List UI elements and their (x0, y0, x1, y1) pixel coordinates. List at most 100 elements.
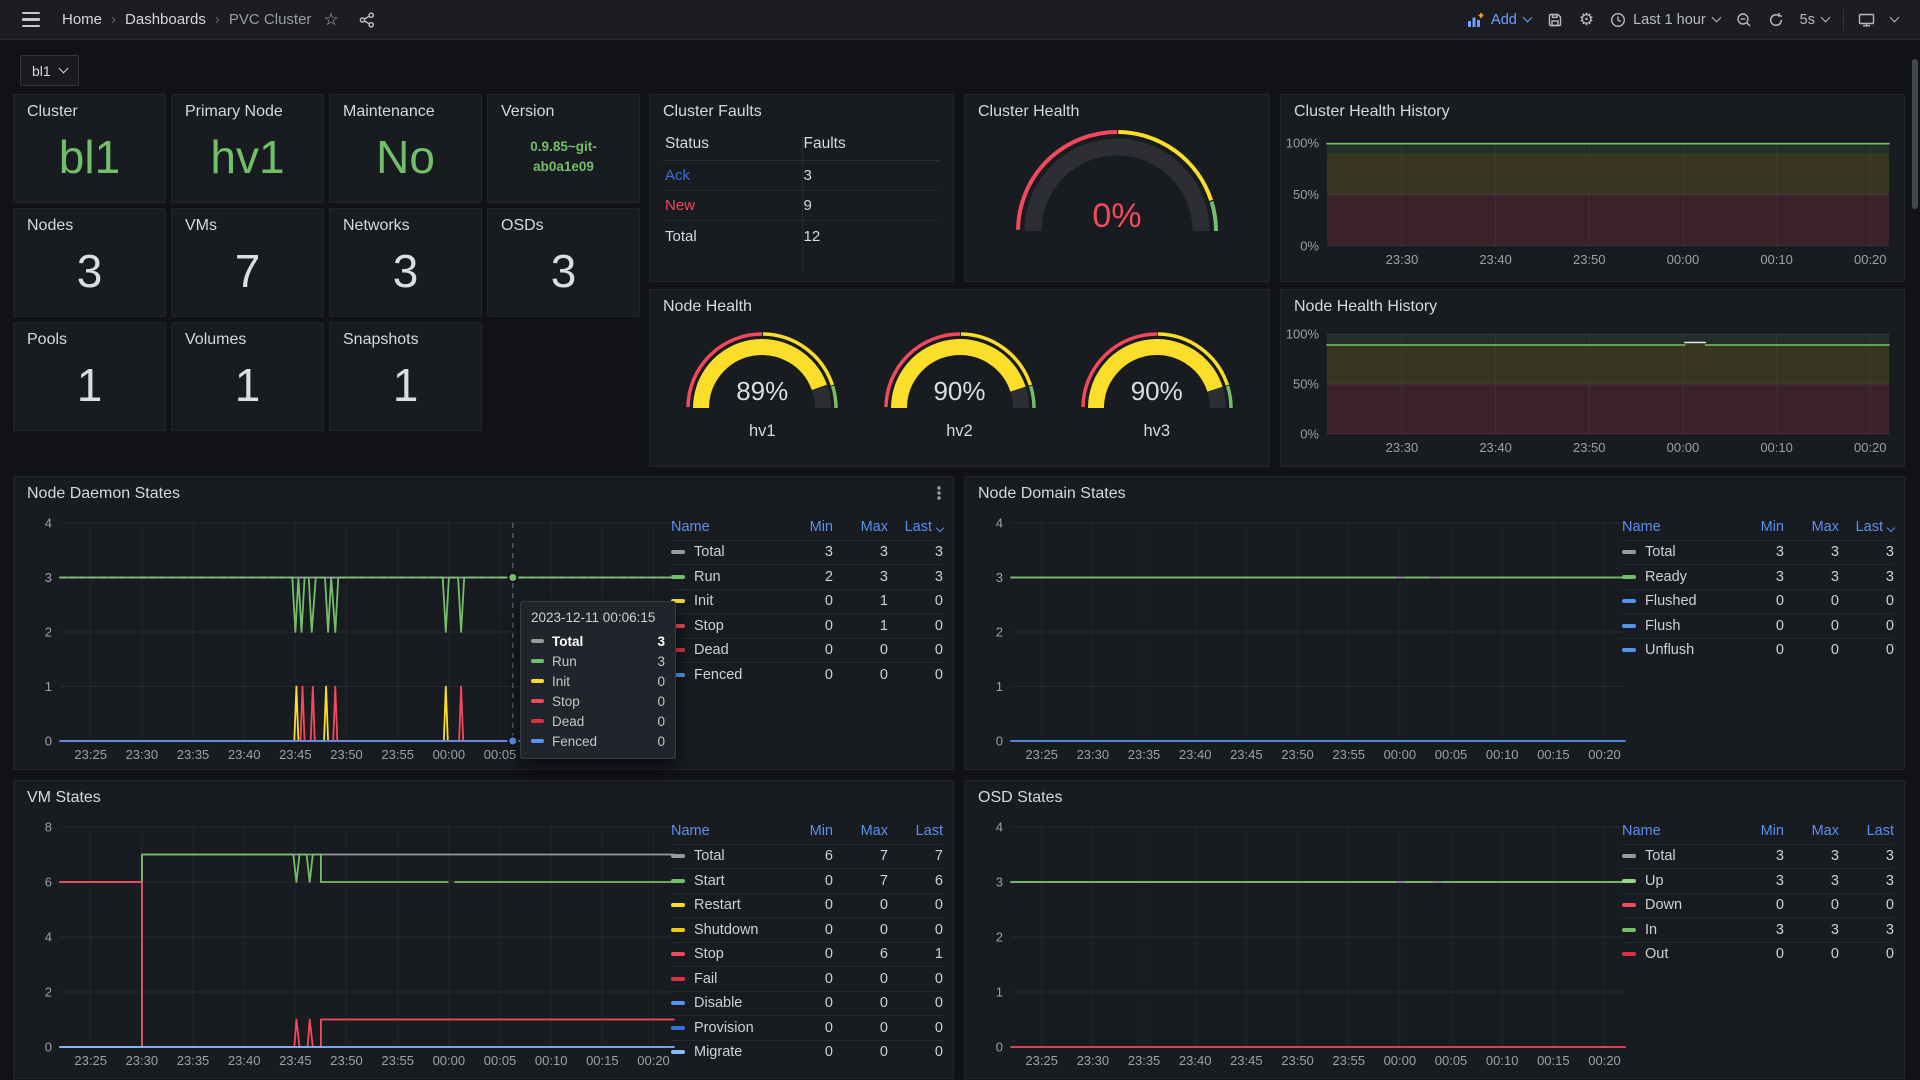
legend-row-stop[interactable]: Stop061 (671, 942, 943, 967)
legend-row-run[interactable]: Run233 (671, 564, 943, 589)
legend-row-ready[interactable]: Ready333 (1622, 564, 1894, 589)
share-button[interactable] (351, 0, 383, 40)
legend-row-shutdown[interactable]: Shutdown000 (671, 917, 943, 942)
add-button[interactable]: Add (1459, 0, 1539, 40)
svg-text:2: 2 (45, 985, 52, 1000)
svg-text:00:10: 00:10 (1760, 440, 1793, 455)
legend-row-down[interactable]: Down000 (1622, 893, 1894, 918)
legend-row-unflush[interactable]: Unflush000 (1622, 638, 1894, 663)
panel-title: Node Health History (1281, 290, 1904, 316)
legend-header[interactable]: NameMinMaxLast (671, 515, 943, 540)
series-swatch (671, 1026, 685, 1030)
panel-title: Nodes (14, 209, 165, 235)
legend-row-disable[interactable]: Disable000 (671, 991, 943, 1016)
refresh-interval-picker[interactable]: 5s (1792, 0, 1837, 40)
series-swatch (531, 719, 544, 723)
svg-text:23:50: 23:50 (1281, 1053, 1314, 1068)
series-swatch (1622, 952, 1636, 956)
panel-menu-kebab-icon[interactable] (931, 484, 947, 507)
refresh-icon (1768, 12, 1784, 28)
svg-text:23:50: 23:50 (1573, 440, 1606, 455)
legend-row-total[interactable]: Total677 (671, 844, 943, 869)
zoom-out-time-button[interactable] (1728, 0, 1760, 40)
time-range-picker[interactable]: Last 1 hour (1602, 0, 1728, 40)
osd-states-chart[interactable]: 0123423:2523:3023:3523:4023:4523:5023:55… (965, 781, 1630, 1078)
stat-panel-primary-node: Primary Node hv1 (171, 94, 324, 203)
legend-header[interactable]: NameMinMaxLast (671, 819, 943, 844)
svg-text:00:20: 00:20 (1588, 1053, 1621, 1068)
legend-row-total[interactable]: Total333 (671, 540, 943, 565)
legend-header[interactable]: NameMinMaxLast (1622, 515, 1894, 540)
legend-header[interactable]: NameMinMaxLast (1622, 819, 1894, 844)
legend-row-in[interactable]: In333 (1622, 917, 1894, 942)
svg-text:23:55: 23:55 (1332, 747, 1365, 762)
refresh-button[interactable] (1760, 0, 1792, 40)
svg-text:00:00: 00:00 (1384, 747, 1417, 762)
legend-row-provision[interactable]: Provision000 (671, 1015, 943, 1040)
svg-text:23:55: 23:55 (1332, 1053, 1365, 1068)
legend-row-total[interactable]: Total333 (1622, 844, 1894, 869)
panel-title: OSD States (965, 781, 1904, 807)
node-domain-states-chart[interactable]: 0123423:2523:3023:3523:4023:4523:5023:55… (965, 477, 1630, 769)
legend-row-fenced[interactable]: Fenced000 (671, 662, 943, 687)
legend-row-start[interactable]: Start076 (671, 868, 943, 893)
legend-row-flushed[interactable]: Flushed000 (1622, 589, 1894, 614)
clock-icon (1610, 12, 1626, 28)
cluster-health-gauge: 0% (1012, 125, 1222, 255)
series-swatch (1622, 550, 1636, 554)
legend-row-init[interactable]: Init010 (671, 589, 943, 614)
tv-mode-button[interactable] (1850, 0, 1883, 40)
svg-text:4: 4 (45, 516, 52, 531)
dashboard-settings-button[interactable]: ⚙ (1571, 0, 1602, 40)
series-swatch (1622, 624, 1636, 628)
svg-text:23:25: 23:25 (1025, 1053, 1058, 1068)
svg-text:00:20: 00:20 (1854, 252, 1887, 267)
stat-value: 1 (14, 339, 165, 430)
chevron-down-icon (1821, 13, 1831, 23)
breadcrumb-home[interactable]: Home (62, 11, 102, 28)
node-health-history-chart[interactable]: 0%50%100%23:3023:4023:5000:0000:1000:20 (1281, 290, 1901, 466)
svg-text:100%: 100% (1286, 136, 1320, 151)
legend-row-total[interactable]: Total333 (1622, 540, 1894, 565)
panel-title: OSDs (488, 209, 639, 235)
save-dashboard-button[interactable] (1539, 0, 1571, 40)
scrollbar-thumb[interactable] (1912, 59, 1918, 209)
panel-cluster-health: Cluster Health 0% (964, 94, 1270, 282)
series-swatch (1622, 599, 1636, 603)
panel-node-health: Node Health 89% hv1 90% hv2 90% hv3 (649, 289, 1270, 467)
tooltip-row: Dead0 (521, 711, 675, 731)
chevron-down-icon (1890, 13, 1900, 23)
menu-toggle-button[interactable] (14, 0, 48, 40)
panel-osd-states: OSD States 0123423:2523:3023:3523:4023:4… (964, 780, 1905, 1079)
zoom-out-icon (1736, 12, 1752, 28)
tooltip-row: Fenced0 (521, 731, 675, 751)
panel-title: Node Daemon States (14, 477, 953, 503)
legend-row-migrate[interactable]: Migrate000 (671, 1040, 943, 1065)
series-swatch (671, 928, 685, 932)
vm-states-chart[interactable]: 0246823:2523:3023:3523:4023:4523:5023:55… (14, 781, 679, 1078)
legend-row-flush[interactable]: Flush000 (1622, 613, 1894, 638)
legend-row-dead[interactable]: Dead000 (671, 638, 943, 663)
stat-value: 1 (172, 339, 323, 430)
hamburger-icon (22, 12, 40, 27)
svg-text:23:45: 23:45 (1230, 747, 1263, 762)
legend-row-up[interactable]: Up333 (1622, 868, 1894, 893)
svg-text:100%: 100% (1286, 327, 1320, 342)
breadcrumb-dashboards[interactable]: Dashboards (125, 11, 206, 28)
svg-text:23:50: 23:50 (330, 1053, 363, 1068)
svg-text:23:40: 23:40 (1179, 747, 1212, 762)
legend-row-stop[interactable]: Stop010 (671, 613, 943, 638)
legend-row-out[interactable]: Out000 (1622, 942, 1894, 967)
legend-row-fail[interactable]: Fail000 (671, 966, 943, 991)
cluster-health-history-chart[interactable]: 0%50%100%23:3023:4023:5000:0000:1000:20 (1281, 95, 1901, 280)
panel-title: Node Domain States (965, 477, 1904, 503)
sort-chevron-icon (1887, 524, 1895, 532)
legend-row-restart[interactable]: Restart000 (671, 893, 943, 918)
panel-title: Cluster Health History (1281, 95, 1904, 121)
chevron-down-icon (1522, 13, 1532, 23)
nav-more-button[interactable] (1883, 0, 1906, 40)
add-label: Add (1491, 12, 1517, 28)
variable-selector[interactable]: bl1 (20, 55, 79, 86)
favorite-star-button[interactable]: ☆ (315, 0, 346, 40)
panel-vm-states: VM States 0246823:2523:3023:3523:4023:45… (13, 780, 954, 1079)
